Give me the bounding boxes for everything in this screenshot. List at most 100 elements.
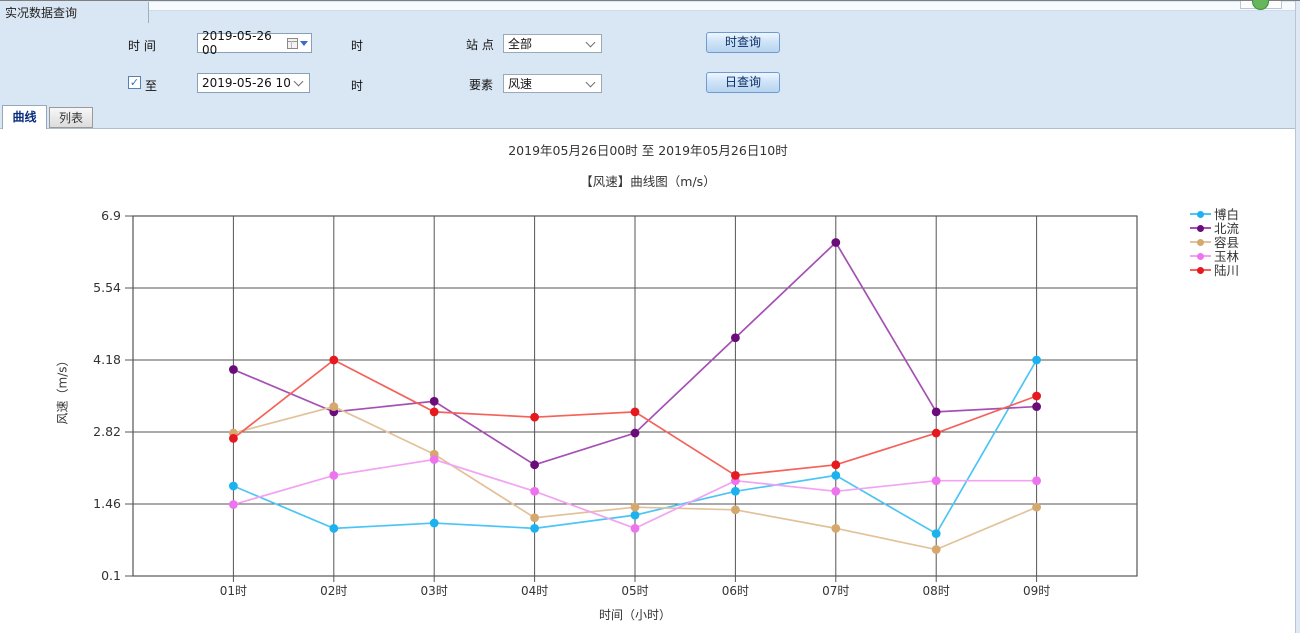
legend-item[interactable]: 博白 — [1190, 207, 1239, 221]
window-right-border — [1295, 1, 1300, 633]
end-datetime-input[interactable]: 2019-05-26 10 — [197, 73, 310, 93]
x-axis-title: 时间（小时） — [133, 606, 1137, 623]
data-point-玉林-03时[interactable] — [430, 455, 439, 464]
data-point-北流-03时[interactable] — [430, 397, 439, 406]
legend-item[interactable]: 容县 — [1190, 235, 1239, 249]
station-select[interactable]: 全部 — [503, 34, 602, 53]
to-checkbox[interactable]: ✓ — [128, 76, 141, 89]
data-point-陆川-09时[interactable] — [1032, 392, 1041, 401]
data-point-博白-06时[interactable] — [731, 487, 740, 496]
data-point-北流-08时[interactable] — [932, 407, 941, 416]
data-point-玉林-01时[interactable] — [229, 500, 238, 509]
data-point-博白-08时[interactable] — [932, 529, 941, 538]
datepicker-dropdown-icon[interactable] — [300, 41, 308, 46]
x-tick-label: 03时 — [421, 584, 448, 598]
tab-curve[interactable]: 曲线 — [2, 105, 47, 129]
data-point-北流-01时[interactable] — [229, 365, 238, 374]
data-point-博白-03时[interactable] — [430, 519, 439, 528]
legend-item[interactable]: 北流 — [1190, 221, 1239, 235]
x-tick-label: 08时 — [923, 584, 950, 598]
legend-line-marker-icon — [1190, 241, 1211, 243]
chart-title: 2019年05月26日00时 至 2019年05月26日10时 — [0, 140, 1296, 159]
legend-line-marker-icon — [1190, 255, 1211, 257]
legend-item[interactable]: 陆川 — [1190, 263, 1239, 277]
data-point-博白-05时[interactable] — [631, 511, 640, 520]
element-select[interactable]: 风速 — [503, 74, 602, 93]
calendar-icon[interactable] — [287, 38, 298, 49]
data-point-北流-07时[interactable] — [831, 238, 840, 247]
y-tick-label: 1.46 — [93, 496, 121, 511]
data-point-博白-07时[interactable] — [831, 471, 840, 480]
end-datetime-value: 2019-05-26 10 — [202, 76, 295, 90]
station-label: 站 点 — [466, 36, 494, 53]
data-point-容县-05时[interactable] — [631, 503, 640, 512]
data-point-博白-01时[interactable] — [229, 482, 238, 491]
data-point-容县-04时[interactable] — [530, 513, 539, 522]
time-label: 时 间 — [128, 37, 156, 54]
data-point-容县-07时[interactable] — [831, 524, 840, 533]
chart-subtitle: 【风速】曲线图（m/s） — [0, 171, 1296, 190]
data-point-容县-09时[interactable] — [1032, 503, 1041, 512]
data-point-陆川-06时[interactable] — [731, 471, 740, 480]
chevron-down-icon — [586, 37, 596, 47]
x-tick-label: 01时 — [220, 584, 247, 598]
chevron-down-icon — [294, 77, 304, 87]
data-point-陆川-05时[interactable] — [631, 407, 640, 416]
data-point-容县-06时[interactable] — [731, 505, 740, 514]
chart-panel: 2019年05月26日00时 至 2019年05月26日10时 【风速】曲线图（… — [0, 129, 1295, 633]
data-point-陆川-04时[interactable] — [530, 413, 539, 422]
element-selected-value: 风速 — [508, 75, 532, 92]
day-query-button[interactable]: 日查询 — [706, 72, 780, 93]
data-point-北流-05时[interactable] — [631, 429, 640, 438]
x-tick-label: 04时 — [521, 584, 548, 598]
y-tick-label: 0.1 — [101, 568, 121, 583]
x-tick-label: 05时 — [621, 584, 648, 598]
data-point-北流-06时[interactable] — [731, 333, 740, 342]
data-point-北流-04时[interactable] — [530, 460, 539, 469]
y-tick-label: 6.9 — [101, 208, 121, 223]
panel-tab-divider — [148, 2, 149, 23]
hour-label-1: 时 — [351, 37, 363, 54]
x-tick-label: 06时 — [722, 584, 749, 598]
data-point-博白-04时[interactable] — [530, 524, 539, 533]
y-axis-title: 风速（m/s） — [54, 310, 71, 470]
legend-line-marker-icon — [1190, 269, 1211, 271]
legend-line-marker-icon — [1190, 213, 1211, 215]
start-datetime-input[interactable]: 2019-05-26 00 — [197, 33, 312, 53]
legend-line-marker-icon — [1190, 227, 1211, 229]
data-point-玉林-09时[interactable] — [1032, 476, 1041, 485]
line-chart-plot[interactable]: 0.11.462.824.185.546.901时02时03时04时05时06时… — [0, 129, 1295, 633]
data-point-陆川-08时[interactable] — [932, 429, 941, 438]
data-point-玉林-05时[interactable] — [631, 524, 640, 533]
tab-list[interactable]: 列表 — [49, 107, 93, 128]
data-point-陆川-02时[interactable] — [329, 356, 338, 365]
y-tick-label: 4.18 — [93, 352, 121, 367]
data-point-陆川-03时[interactable] — [430, 407, 439, 416]
legend-item[interactable]: 玉林 — [1190, 249, 1239, 263]
page-title: 实况数据查询 — [5, 4, 77, 21]
data-point-博白-02时[interactable] — [329, 524, 338, 533]
station-selected-value: 全部 — [508, 35, 532, 52]
x-tick-label: 02时 — [320, 584, 347, 598]
to-label: 至 — [145, 77, 157, 94]
data-point-容县-02时[interactable] — [329, 402, 338, 411]
chevron-down-icon — [586, 77, 596, 87]
realtime-data-query-window: 实况数据查询 时 间 2019-05-26 00 时 站 点 全部 时查询 ✓ … — [0, 0, 1300, 633]
data-point-玉林-08时[interactable] — [932, 476, 941, 485]
chart-legend: 博白 北流 容县 玉林 陆川 — [1190, 207, 1239, 277]
data-point-玉林-02时[interactable] — [329, 471, 338, 480]
data-point-陆川-07时[interactable] — [831, 460, 840, 469]
data-point-博白-09时[interactable] — [1032, 356, 1041, 365]
x-tick-label: 09时 — [1023, 584, 1050, 598]
y-tick-label: 2.82 — [93, 424, 121, 439]
data-point-容县-08时[interactable] — [932, 545, 941, 554]
element-label: 要素 — [469, 76, 493, 93]
data-point-玉林-04时[interactable] — [530, 487, 539, 496]
data-point-陆川-01时[interactable] — [229, 434, 238, 443]
x-tick-label: 07时 — [822, 584, 849, 598]
data-point-北流-09时[interactable] — [1032, 402, 1041, 411]
top-strip — [149, 2, 1295, 11]
data-point-玉林-07时[interactable] — [831, 487, 840, 496]
hour-query-button[interactable]: 时查询 — [706, 32, 780, 53]
hour-label-2: 时 — [351, 77, 363, 94]
